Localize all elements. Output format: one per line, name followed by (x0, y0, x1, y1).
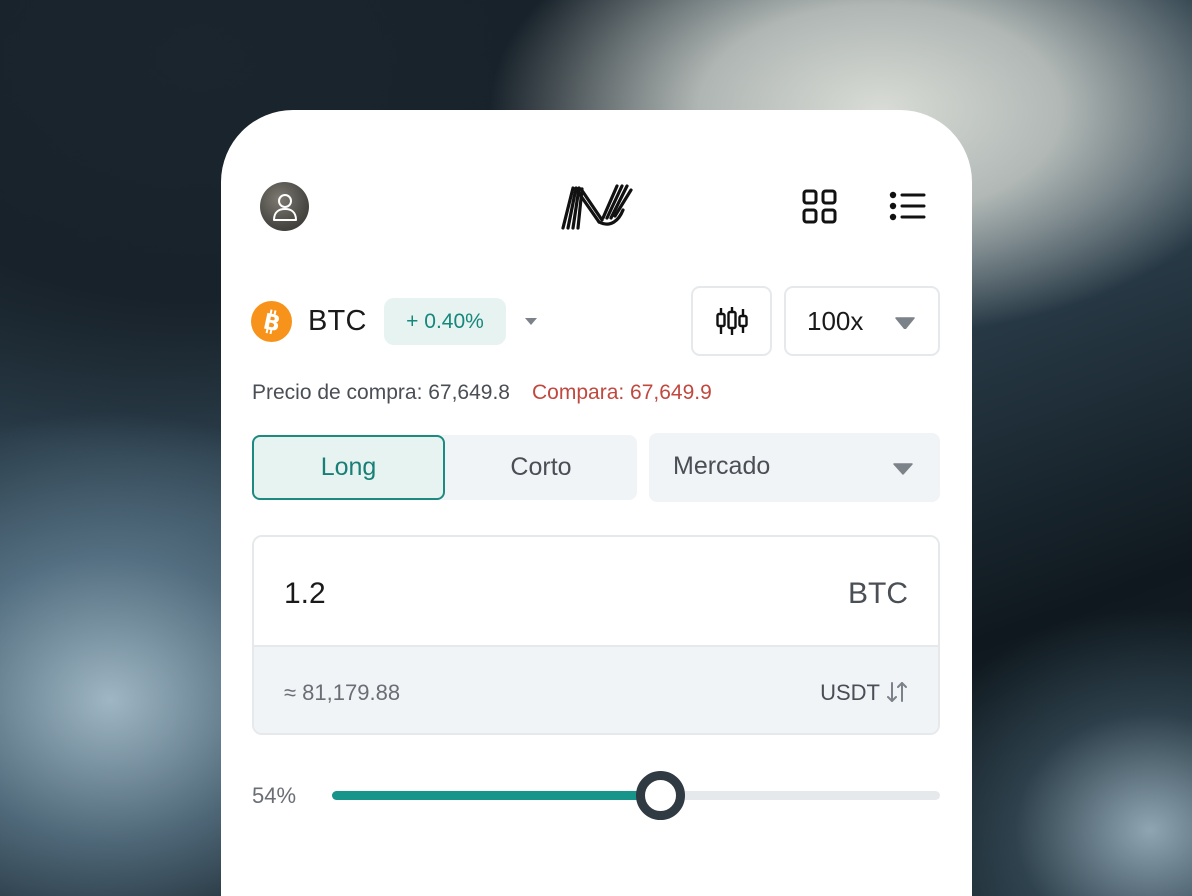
compare-price: Compara: 67,649.9 (532, 381, 712, 404)
price-info: Precio de compra: 67,649.8 Compara: 67,64… (252, 381, 712, 405)
slider-fill (332, 791, 661, 800)
order-type-value: Mercado (673, 452, 771, 480)
amount-input-row[interactable]: 1.2 BTC (254, 537, 938, 647)
profile-avatar[interactable] (260, 182, 309, 231)
leverage-select[interactable]: 100x (784, 286, 940, 356)
amount-input[interactable]: 1.2 (284, 577, 326, 611)
user-icon (272, 193, 297, 221)
chevron-down-icon (895, 317, 915, 329)
amount-unit: BTC (848, 577, 908, 610)
pair-symbol[interactable]: BTC (308, 305, 367, 338)
side-toggle: Long Corto (252, 435, 637, 500)
list-icon[interactable] (889, 191, 927, 221)
slider-thumb[interactable] (636, 771, 686, 820)
long-tab[interactable]: Long (252, 435, 445, 500)
price-change-badge: + 0.40% (384, 298, 506, 345)
order-type-select[interactable]: Mercado (649, 433, 940, 502)
amount-field[interactable]: 1.2 BTC ≈ 81,179.88 USDT (252, 535, 940, 735)
amount-slider[interactable] (332, 771, 940, 820)
candlestick-icon (715, 307, 748, 335)
bitcoin-icon: B (251, 301, 292, 342)
chevron-down-icon[interactable] (524, 317, 538, 326)
converted-row: ≈ 81,179.88 USDT (254, 647, 938, 733)
grid-icon[interactable] (802, 189, 837, 224)
short-tab[interactable]: Corto (445, 435, 637, 500)
slider-percent-label: 54% (252, 783, 297, 808)
buy-price: Precio de compra: 67,649.8 (252, 381, 510, 404)
converted-unit[interactable]: USDT (820, 680, 880, 706)
leverage-value: 100x (807, 306, 864, 336)
chart-button[interactable] (691, 286, 772, 356)
trading-panel: B BTC + 0.40% 100x Precio de compra: 67,… (221, 110, 972, 896)
converted-value: ≈ 81,179.88 (284, 680, 401, 705)
chevron-down-icon (893, 463, 913, 475)
brand-logo (561, 184, 633, 230)
swap-arrows-icon[interactable] (886, 680, 908, 704)
